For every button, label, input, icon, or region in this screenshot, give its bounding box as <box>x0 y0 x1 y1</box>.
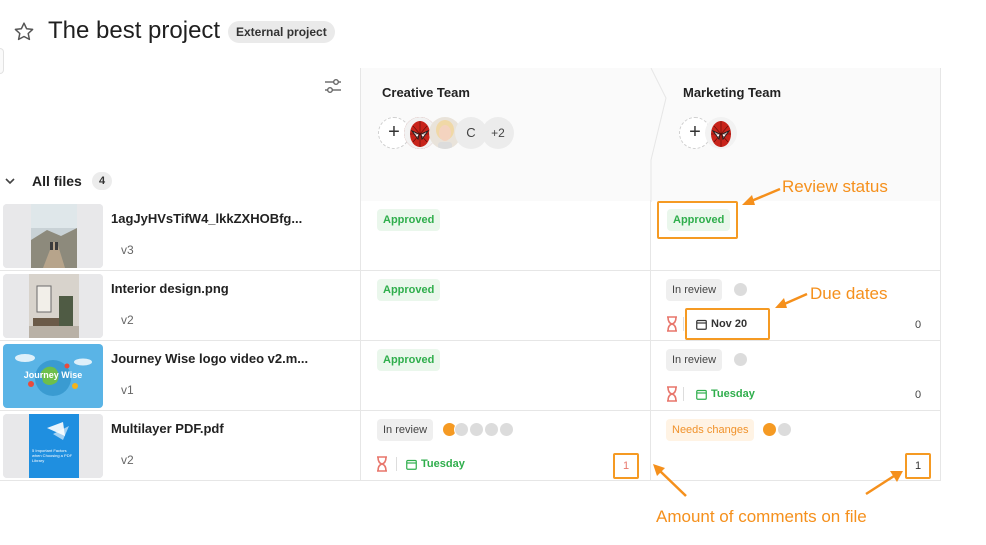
sidebar-toggle[interactable] <box>0 48 4 74</box>
reviewer-avatar <box>469 422 484 437</box>
due-date[interactable]: Tuesday <box>421 458 465 470</box>
file-version: v2 <box>121 313 134 327</box>
comment-count[interactable]: 0 <box>915 319 921 331</box>
annotation-arrow <box>653 464 687 497</box>
row-divider <box>0 340 941 341</box>
row-divider <box>0 410 941 411</box>
file-name[interactable]: Multilayer PDF.pdf <box>111 421 224 436</box>
filter-settings-icon[interactable] <box>323 76 343 96</box>
mountain-path-thumbnail-icon <box>3 204 103 268</box>
reviewer-avatar <box>762 422 777 437</box>
avatar <box>705 117 737 149</box>
separator <box>683 317 684 331</box>
column-divider <box>940 68 941 481</box>
file-version: v3 <box>121 243 134 257</box>
review-status-badge[interactable]: Approved <box>377 349 441 371</box>
annotation-arrow <box>742 187 781 205</box>
review-status-badge[interactable]: Approved <box>377 279 441 301</box>
review-status-badge[interactable]: In review <box>666 349 723 371</box>
thumbnail-text: 5 Important Factors when Choosing a PDF … <box>32 448 73 463</box>
review-status-badge[interactable]: Needs changes <box>666 419 755 441</box>
separator <box>683 387 684 401</box>
chevron-down-icon[interactable] <box>4 175 16 187</box>
file-version: v2 <box>121 453 134 467</box>
group-count-badge: 4 <box>92 172 112 190</box>
file-thumbnail[interactable]: Journey Wise <box>3 344 103 408</box>
reviewer-avatar <box>484 422 499 437</box>
reviewer-avatar <box>499 422 514 437</box>
reviewer-avatar <box>454 422 469 437</box>
review-status-badge[interactable]: Approved <box>667 209 731 231</box>
reviewer-avatar <box>733 282 748 297</box>
due-date[interactable]: Nov 20 <box>711 318 747 330</box>
comment-count[interactable]: 1 <box>905 453 931 479</box>
spiderman-avatar-icon <box>705 117 737 149</box>
hourglass-icon <box>667 316 677 332</box>
annotation-review-status: Review status <box>782 177 888 196</box>
pdf-cover-thumbnail-icon <box>3 414 103 478</box>
more-members-badge[interactable]: +2 <box>482 117 514 149</box>
calendar-icon <box>406 459 417 470</box>
review-status-badge[interactable]: In review <box>666 279 723 301</box>
file-name[interactable]: Interior design.png <box>111 281 229 296</box>
file-thumbnail[interactable] <box>3 204 103 268</box>
file-version: v1 <box>121 383 134 397</box>
hourglass-icon <box>667 386 677 402</box>
project-title: The best project <box>48 17 221 44</box>
column-divider-arrow <box>650 68 667 202</box>
marketing-team-title: Marketing Team <box>683 85 782 100</box>
separator <box>396 457 397 471</box>
file-thumbnail[interactable] <box>3 274 103 338</box>
reviewer-avatar <box>777 422 792 437</box>
reviewer-avatar <box>733 352 748 367</box>
row-divider <box>0 480 941 481</box>
file-name[interactable]: Journey Wise logo video v2.m... <box>111 351 308 366</box>
calendar-icon <box>696 319 707 330</box>
annotation-due-dates: Due dates <box>810 284 888 303</box>
star-icon[interactable] <box>12 20 36 44</box>
file-name[interactable]: 1agJyHVsTifW4_lkkZXHOBfg... <box>111 211 302 226</box>
thumbnail-text: Journey Wise <box>23 370 83 380</box>
interior-thumbnail-icon <box>3 274 103 338</box>
row-divider <box>0 270 941 271</box>
review-status-badge[interactable]: In review <box>377 419 434 441</box>
group-title[interactable]: All files <box>32 173 82 189</box>
calendar-icon <box>696 389 707 400</box>
due-date[interactable]: Tuesday <box>711 388 755 400</box>
annotation-arrow <box>775 292 808 308</box>
review-status-badge[interactable]: Approved <box>377 209 441 231</box>
hourglass-icon <box>377 456 387 472</box>
creative-team-title: Creative Team <box>382 85 470 100</box>
column-divider <box>360 68 361 481</box>
annotation-arrow <box>865 471 903 496</box>
annotation-comments: Amount of comments on file <box>656 507 867 526</box>
comment-count[interactable]: 0 <box>915 389 921 401</box>
project-type-badge: External project <box>228 21 335 43</box>
comment-count[interactable]: 1 <box>613 453 639 479</box>
file-thumbnail[interactable]: 5 Important Factors when Choosing a PDF … <box>3 414 103 478</box>
